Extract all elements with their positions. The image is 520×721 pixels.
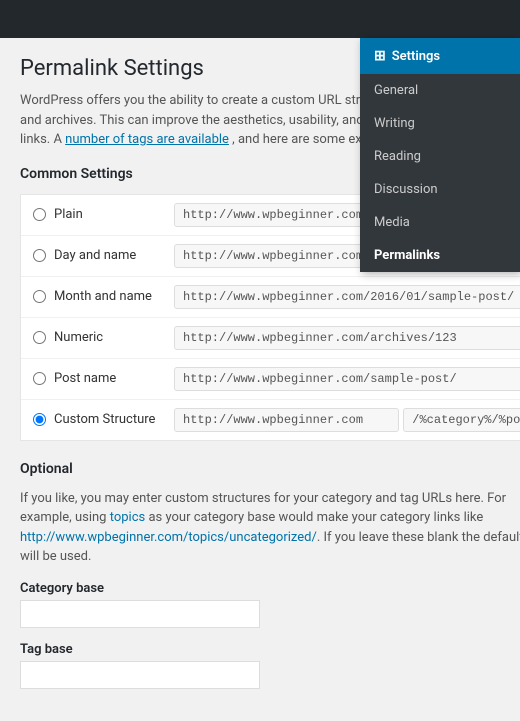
nav-header-label: Settings (392, 49, 440, 64)
day-and-name-label: Day and name (54, 248, 174, 263)
month-and-name-url: http://www.wpbeginner.com/2016/01/sample… (174, 285, 520, 309)
nav-header: ⊞ Settings (360, 38, 520, 74)
post-name-row: Post name http://www.wpbeginner.com/samp… (21, 359, 520, 400)
tag-base-label: Tag base (20, 642, 520, 657)
topics-link[interactable]: topics (110, 510, 146, 525)
nav-item-media[interactable]: Media (360, 206, 520, 239)
custom-structure-label: Custom Structure (54, 412, 174, 427)
month-and-name-row: Month and name http://www.wpbeginner.com… (21, 277, 520, 318)
settings-icon: ⊞ (374, 48, 386, 64)
plain-radio[interactable] (33, 208, 46, 221)
tags-link[interactable]: number of tags are available (65, 132, 229, 147)
category-base-input[interactable] (20, 600, 260, 628)
post-name-radio[interactable] (33, 372, 46, 385)
numeric-radio[interactable] (33, 331, 46, 344)
category-base-row: Category base (20, 581, 520, 628)
nav-item-permalinks[interactable]: Permalinks (360, 239, 520, 272)
optional-url-link[interactable]: http://www.wpbeginner.com/topics/uncateg… (20, 530, 317, 545)
optional-text-2: as your category base would make your ca… (145, 510, 483, 525)
post-name-label: Post name (54, 371, 174, 386)
custom-structure-radio[interactable] (33, 413, 46, 426)
numeric-url: http://www.wpbeginner.com/archives/123 (174, 326, 520, 350)
optional-paragraph: If you like, you may enter custom struct… (20, 489, 520, 567)
nav-item-reading[interactable]: Reading (360, 140, 520, 173)
settings-nav-dropdown: ⊞ Settings General Writing Reading Discu… (360, 38, 520, 272)
custom-structure-tag-url[interactable]: /%category%/%postname%/ (403, 408, 520, 432)
plain-label: Plain (54, 207, 174, 222)
month-and-name-radio[interactable] (33, 290, 46, 303)
nav-item-general[interactable]: General (360, 74, 520, 107)
numeric-row: Numeric http://www.wpbeginner.com/archiv… (21, 318, 520, 359)
top-bar (0, 0, 520, 38)
tag-base-row: Tag base (20, 642, 520, 689)
optional-section: Optional If you like, you may enter cust… (20, 461, 520, 689)
nav-item-discussion[interactable]: Discussion (360, 173, 520, 206)
category-base-label: Category base (20, 581, 520, 596)
nav-item-writing[interactable]: Writing (360, 107, 520, 140)
month-and-name-label: Month and name (54, 289, 174, 304)
numeric-label: Numeric (54, 330, 174, 345)
optional-title: Optional (20, 461, 520, 477)
custom-structure-base-url: http://www.wpbeginner.com (174, 408, 399, 432)
day-and-name-radio[interactable] (33, 249, 46, 262)
tag-base-input[interactable] (20, 661, 260, 689)
custom-structure-row: Custom Structure http://www.wpbeginner.c… (21, 400, 520, 440)
post-name-url: http://www.wpbeginner.com/sample-post/ (174, 367, 520, 391)
